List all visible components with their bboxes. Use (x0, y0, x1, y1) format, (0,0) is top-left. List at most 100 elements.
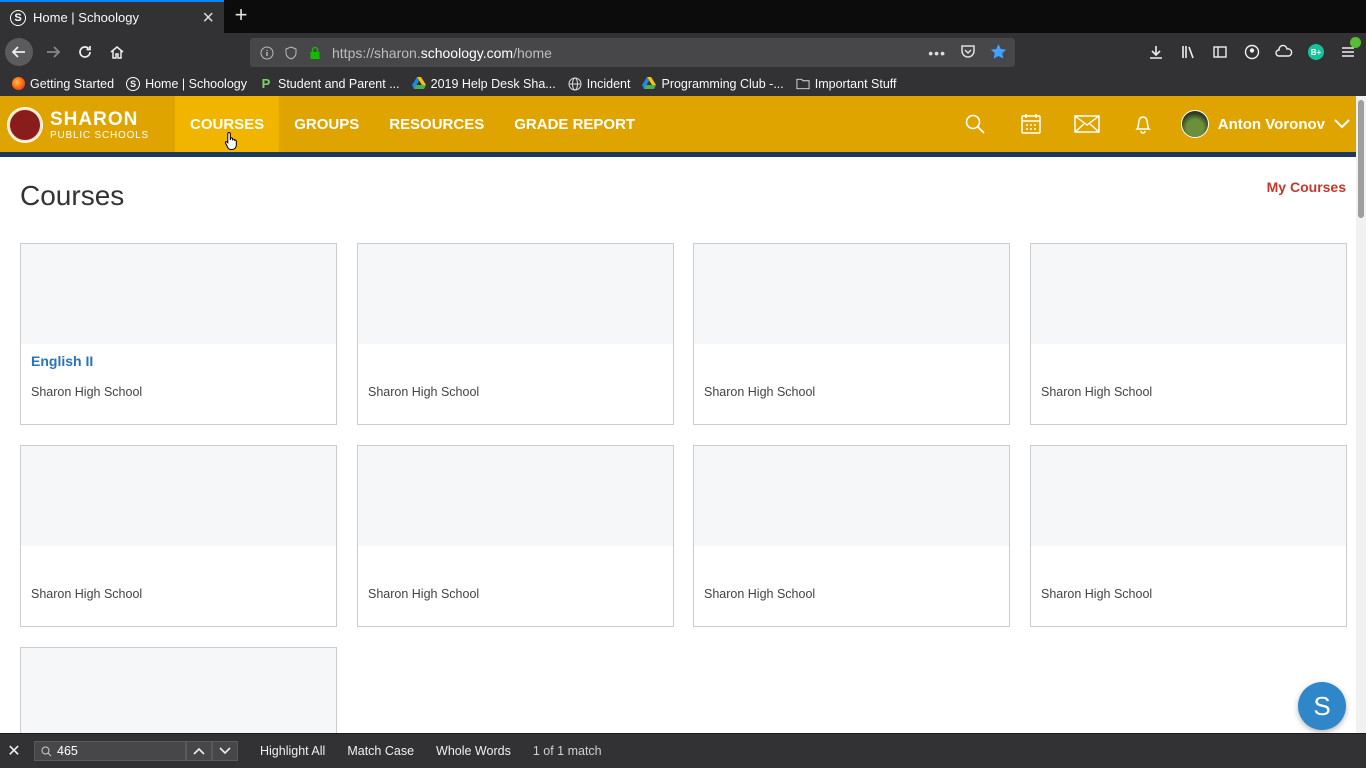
bookmark-incident[interactable]: Incident (568, 77, 630, 91)
secure-lock-icon (308, 46, 322, 60)
user-menu[interactable]: Anton Voronov (1180, 110, 1356, 138)
bookmark-getting-started[interactable]: Getting Started (11, 77, 114, 91)
bookmark-home-schoology[interactable]: S Home | Schoology (126, 76, 247, 91)
course-card[interactable]: Sharon High School (357, 445, 674, 627)
bookmark-star-icon[interactable] (990, 43, 1007, 63)
search-icon[interactable] (947, 96, 1003, 152)
firefox-icon (11, 77, 25, 91)
page-actions-icon[interactable]: ••• (928, 45, 946, 61)
user-name: Anton Voronov (1217, 115, 1325, 133)
schoology-icon: S (126, 76, 141, 91)
nav-resources[interactable]: RESOURCES (374, 96, 499, 152)
bookmark-folder-important-stuff[interactable]: Important Stuff (796, 77, 897, 91)
find-previous-button[interactable] (186, 741, 212, 761)
sharon-logo[interactable]: SHARON PUBLIC SCHOOLS (8, 108, 149, 142)
p-icon: P (261, 76, 271, 91)
info-icon[interactable] (260, 46, 274, 60)
course-card[interactable]: Sharon High School (693, 243, 1010, 425)
tab-close-icon[interactable]: × (202, 8, 214, 28)
page-title: Courses (20, 180, 125, 211)
page-scrollbar[interactable] (1356, 96, 1366, 733)
find-next-button[interactable] (212, 741, 238, 761)
sidebar-icon[interactable] (1210, 42, 1230, 62)
course-name[interactable]: English II (31, 353, 93, 369)
logo-line2: PUBLIC SCHOOLS (50, 129, 150, 141)
course-image (1031, 446, 1346, 546)
reload-button[interactable] (71, 38, 99, 66)
back-arrow-icon (11, 46, 25, 58)
course-card[interactable]: Sharon High School (693, 445, 1010, 627)
nav-groups[interactable]: GROUPS (279, 96, 374, 152)
header-actions: Anton Voronov (947, 96, 1356, 152)
course-card[interactable]: Sharon High School (1030, 243, 1347, 425)
course-image (358, 446, 673, 546)
schoology-chat-button[interactable]: S (1298, 682, 1346, 730)
bookmark-student-parent[interactable]: P Student and Parent ... (259, 76, 400, 91)
avatar (1180, 110, 1209, 138)
new-tab-button[interactable]: + (230, 4, 252, 28)
account-icon[interactable] (1242, 42, 1262, 62)
course-image (694, 244, 1009, 344)
course-card[interactable] (20, 647, 337, 748)
schoology-favicon-icon: S (10, 9, 26, 26)
school-name: Sharon High School (368, 385, 480, 399)
nav-grade-report[interactable]: GRADE REPORT (499, 96, 650, 152)
schoology-header: SHARON PUBLIC SCHOOLS COURSES GROUPS RES… (0, 96, 1356, 157)
folder-icon (796, 77, 810, 91)
logo-line1: SHARON (50, 108, 139, 130)
grammar-extension-icon[interactable]: B+ (1306, 42, 1326, 62)
scrollbar-thumb[interactable] (1358, 100, 1364, 218)
library-icon[interactable] (1178, 42, 1198, 62)
course-card[interactable]: Sharon High School (1030, 445, 1347, 627)
drive-icon (642, 77, 657, 91)
school-name: Sharon High School (31, 385, 143, 399)
course-image (358, 244, 673, 344)
course-card[interactable]: English II Sharon High School (20, 243, 337, 425)
browser-tab-bar: S Home | Schoology × + (0, 0, 1366, 33)
school-name: Sharon High School (1041, 385, 1153, 399)
downloads-icon[interactable] (1146, 42, 1166, 62)
back-button[interactable] (5, 38, 33, 66)
pocket-icon[interactable] (960, 43, 976, 62)
search-icon (41, 746, 52, 757)
home-button[interactable] (103, 38, 131, 66)
school-name: Sharon High School (704, 587, 816, 601)
forward-button[interactable] (39, 38, 67, 66)
match-case-toggle[interactable]: Match Case (347, 744, 414, 758)
tracking-shield-icon[interactable] (284, 45, 298, 60)
bookmark-programming-club[interactable]: Programming Club -... (642, 77, 784, 91)
url-bar[interactable]: https://sharon.schoology.com/home ••• (250, 38, 1015, 67)
globe-icon (568, 77, 582, 91)
url-text: https://sharon.schoology.com/home (332, 44, 552, 61)
menu-hamburger-icon[interactable] (1338, 37, 1361, 62)
main-nav: COURSES GROUPS RESOURCES GRADE REPORT (175, 96, 650, 152)
course-image (694, 446, 1009, 546)
bookmarks-bar: Getting Started S Home | Schoology P Stu… (0, 71, 1366, 96)
my-courses-link[interactable]: My Courses (1267, 179, 1346, 195)
course-card[interactable]: Sharon High School (357, 243, 674, 425)
find-result-count: 1 of 1 match (532, 744, 602, 758)
bookmark-help-desk[interactable]: 2019 Help Desk Sha... (411, 77, 556, 91)
course-image (21, 446, 336, 546)
chevron-down-icon (219, 747, 231, 755)
calendar-icon[interactable] (1003, 96, 1059, 152)
drive-icon (411, 77, 426, 91)
whole-words-toggle[interactable]: Whole Words (436, 744, 511, 758)
find-input[interactable]: 465 (34, 741, 186, 761)
course-image (21, 244, 336, 344)
notifications-bell-icon[interactable] (1115, 96, 1171, 152)
school-name: Sharon High School (31, 587, 143, 601)
school-name: Sharon High School (368, 587, 480, 601)
course-image (1031, 244, 1346, 344)
school-name: Sharon High School (704, 385, 816, 399)
find-bar: ✕ 465 Highlight All Match Case Whole Wor… (0, 733, 1366, 768)
school-name: Sharon High School (1041, 587, 1153, 601)
browser-tab[interactable]: S Home | Schoology × (0, 0, 224, 33)
highlight-all-toggle[interactable]: Highlight All (260, 744, 325, 758)
messages-icon[interactable] (1059, 96, 1115, 152)
find-close-icon[interactable]: ✕ (0, 741, 28, 761)
extension-cloud-icon[interactable] (1274, 42, 1294, 62)
course-card[interactable]: Sharon High School (20, 445, 337, 627)
forward-arrow-icon (47, 46, 61, 58)
chevron-down-icon (1334, 119, 1350, 129)
